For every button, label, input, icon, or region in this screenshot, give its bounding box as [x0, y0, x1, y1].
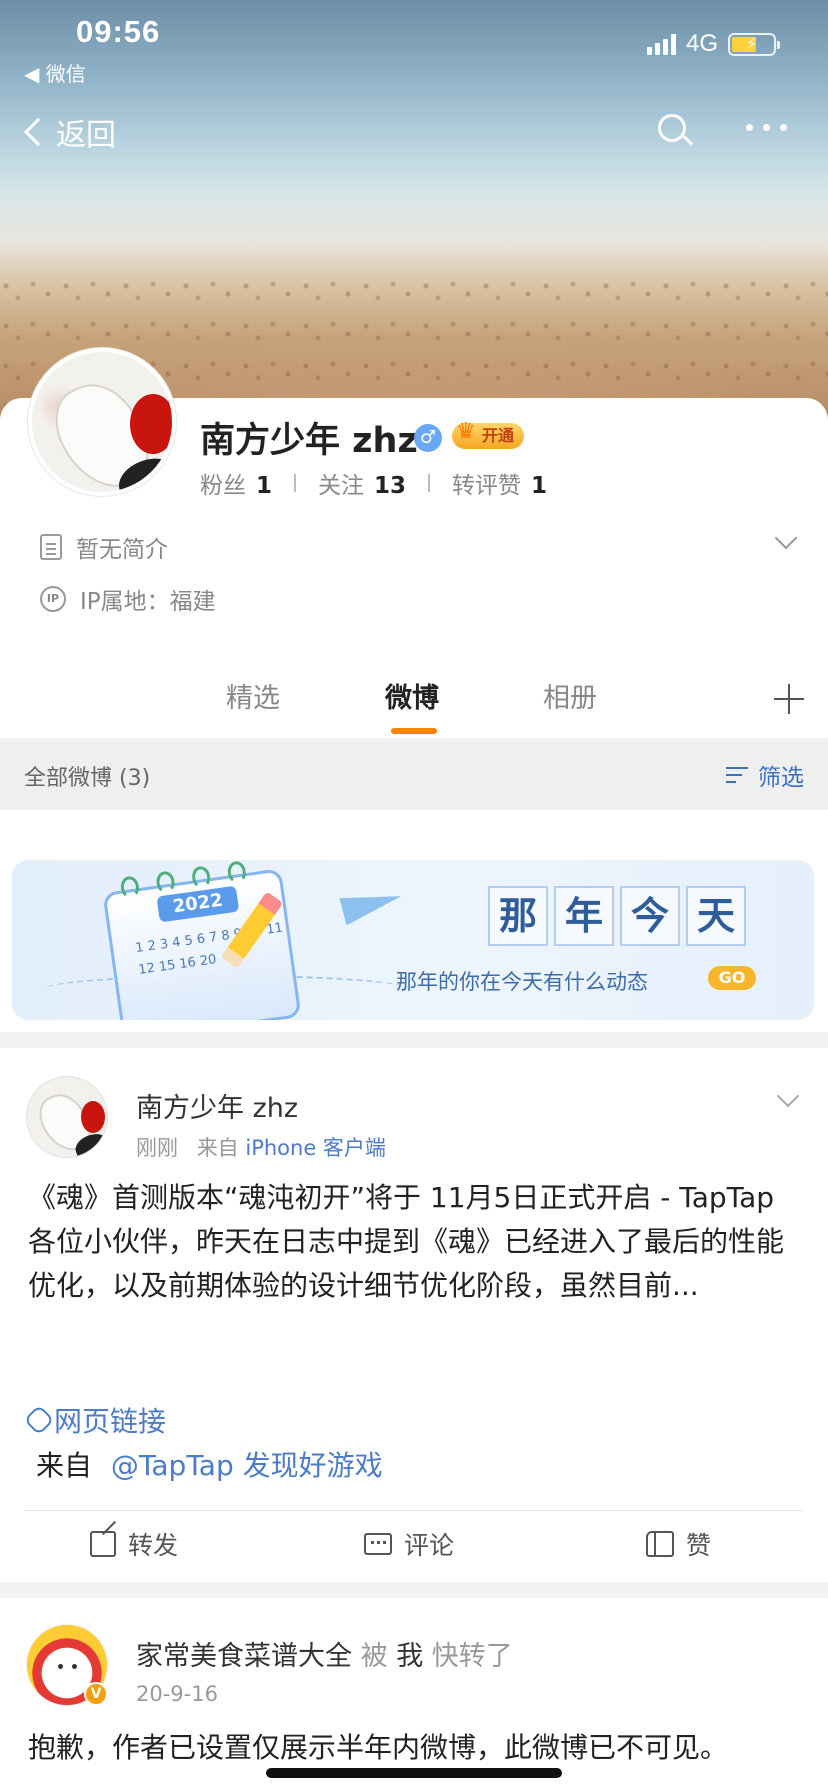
post-card: 南方少年 zhz 刚刚 来自 iPhone 客户端 《魂》首测版本“魂沌初开”将…	[0, 1048, 828, 1582]
memories-banner[interactable]: 2022 1 2 3 4 5 6 7 8 9 10 11 12 15 16 20…	[12, 860, 814, 1020]
add-tab-icon[interactable]	[774, 684, 804, 714]
back-label: 返回	[56, 118, 116, 153]
profile-stats: 粉丝 1 关注 13 转评赞 1	[200, 466, 547, 500]
web-link-label: 网页链接	[54, 1405, 167, 1438]
divider	[24, 1510, 804, 1511]
profile-tabs: 精选 微博 相册	[0, 660, 828, 740]
banner-title-char: 今	[620, 886, 680, 946]
post-author-name[interactable]: 南方少年 zhz	[136, 1086, 298, 1125]
stat-fans-value: 1	[256, 473, 273, 499]
more-icon[interactable]	[746, 124, 787, 131]
filter-button[interactable]: 筛选	[726, 758, 804, 792]
stat-following-label: 关注	[318, 473, 365, 499]
search-icon[interactable]	[658, 114, 694, 148]
crown-icon: ♛	[456, 419, 476, 444]
post-time: 刚刚	[136, 1136, 178, 1160]
active-tab-indicator	[391, 728, 437, 734]
stat-interactions-value: 1	[531, 473, 548, 499]
profile-avatar[interactable]	[28, 348, 176, 496]
signal-icon	[646, 33, 676, 55]
ip-icon: IP	[40, 586, 66, 612]
ip-location-text: IP属地：福建	[80, 589, 216, 615]
hidden-post-notice: 抱歉，作者已设置仅展示半年内微博，此微博已不可见。	[28, 1731, 729, 1764]
post-via: 来自 @TapTap 发现好游戏	[36, 1444, 383, 1484]
banner-title-char: 那	[488, 886, 548, 946]
stat-following[interactable]: 关注 13	[318, 466, 406, 500]
stat-interactions-label: 转评赞	[452, 473, 522, 499]
stat-following-value: 13	[374, 473, 407, 499]
ip-location-row: IP IP属地：福建	[40, 582, 216, 616]
post-meta: 刚刚 来自 iPhone 客户端	[136, 1132, 386, 1162]
weibo-profile-page: 09:56 ◀ 微信 4G ⚡ 返回 南方少年 zhz ♂ ♛ 开通 粉丝 1 …	[0, 0, 828, 1792]
post-card: V 家常美食菜谱大全 被 我 快转了 20-9-16 抱歉，作者已设置仅展示半年…	[0, 1598, 828, 1792]
tab-featured[interactable]: 精选	[226, 676, 280, 715]
chevron-left-icon	[23, 117, 53, 147]
banner-title-char: 年	[554, 886, 614, 946]
banner-subtitle: 那年的你在今天有什么动态	[396, 970, 648, 994]
web-link[interactable]: 网页链接	[23, 1400, 167, 1440]
profile-name: 南方少年 zhz	[200, 421, 418, 461]
network-type: 4G	[685, 30, 718, 57]
paper-plane-icon	[339, 882, 405, 926]
stat-interactions[interactable]: 转评赞 1	[452, 466, 547, 500]
male-gender-icon: ♂	[414, 424, 442, 452]
bio-row[interactable]: 暂无简介	[40, 530, 168, 564]
me-label: 我	[396, 1641, 424, 1672]
post-text[interactable]: 《魂》首测版本“魂沌初开”将于 11月5日正式开启 - TapTap 各位小伙伴…	[28, 1176, 800, 1308]
back-button[interactable]: 返回	[20, 110, 116, 154]
back-to-app-link[interactable]: ◀ 微信	[24, 58, 86, 87]
stat-fans[interactable]: 粉丝 1	[200, 466, 272, 500]
banner-title-char: 天	[686, 886, 746, 946]
thumbs-up-icon	[646, 1531, 674, 1557]
post-source[interactable]: iPhone 客户端	[245, 1136, 386, 1160]
vip-label: 开通	[482, 426, 515, 445]
document-icon	[40, 534, 62, 560]
banner-title: 那 年 今 天	[488, 886, 746, 946]
filter-label: 筛选	[758, 765, 804, 791]
navigation-bar: 返回	[0, 100, 828, 166]
home-indicator[interactable]	[266, 1768, 562, 1778]
stat-divider	[294, 474, 297, 492]
status-bar: 09:56 ◀ 微信 4G ⚡	[0, 0, 828, 90]
calendar-illustration: 2022 1 2 3 4 5 6 7 8 9 10 11 12 15 16 20	[102, 860, 302, 1020]
tab-weibo[interactable]: 微博	[385, 676, 439, 715]
stat-divider	[428, 474, 431, 492]
repost-icon	[90, 1531, 116, 1557]
battery-icon: ⚡	[728, 32, 780, 56]
link-icon	[23, 1404, 55, 1436]
by-label: 被	[360, 1641, 388, 1672]
repost-header: 家常美食菜谱大全 被 我 快转了	[136, 1634, 513, 1673]
filter-icon	[726, 765, 752, 785]
filter-bar: 全部微博 (3) 筛选	[0, 740, 828, 810]
post-source-prefix: 来自	[196, 1136, 239, 1160]
bio-text: 暂无简介	[76, 537, 168, 563]
repost-label: 转发	[128, 1531, 179, 1560]
comment-icon	[364, 1533, 392, 1555]
like-label: 赞	[686, 1531, 712, 1560]
via-mention-link[interactable]: @TapTap 发现好游戏	[111, 1449, 383, 1482]
via-prefix: 来自	[36, 1449, 93, 1482]
comment-label: 评论	[404, 1531, 455, 1560]
stat-fans-label: 粉丝	[200, 473, 246, 499]
verified-badge-icon: V	[84, 1682, 108, 1706]
like-button[interactable]: 赞	[646, 1526, 711, 1562]
chevron-down-icon[interactable]	[776, 1084, 800, 1108]
memories-banner-section: 2022 1 2 3 4 5 6 7 8 9 10 11 12 15 16 20…	[0, 810, 828, 1032]
post-count: 全部微博 (3)	[24, 766, 151, 791]
status-indicators: 4G ⚡	[646, 30, 780, 58]
status-time: 09:56	[76, 14, 161, 49]
post-author-name[interactable]: 家常美食菜谱大全	[136, 1641, 352, 1672]
tab-album[interactable]: 相册	[543, 676, 597, 715]
quick-repost-label: 快转了	[431, 1641, 513, 1672]
post-author-avatar[interactable]	[26, 1076, 108, 1158]
banner-go-button[interactable]: GO	[708, 966, 756, 990]
vip-open-button[interactable]: ♛ 开通	[452, 419, 524, 449]
repost-button[interactable]: 转发	[90, 1526, 178, 1562]
comment-button[interactable]: 评论	[364, 1526, 454, 1562]
post-date: 20-9-16	[136, 1682, 218, 1706]
